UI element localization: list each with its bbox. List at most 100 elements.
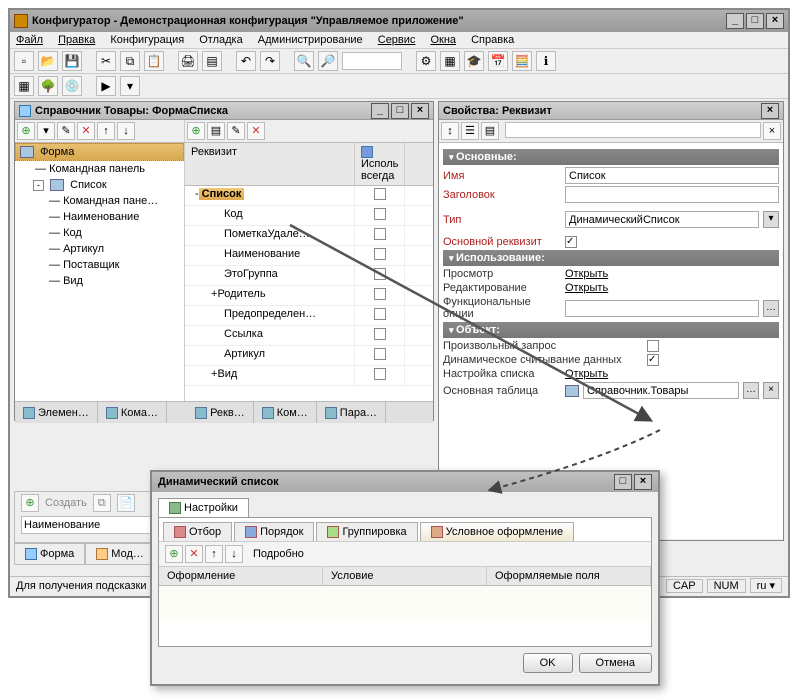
tb-hat-icon[interactable]: 🎓	[464, 51, 484, 71]
tree-sub-4[interactable]: — Поставщик	[15, 257, 184, 273]
tree-sub-3[interactable]: — Артикул	[15, 241, 184, 257]
menu-edit[interactable]: Правка	[58, 34, 95, 46]
grid-row-0[interactable]: -Список	[185, 186, 433, 206]
props-titlebar[interactable]: Свойства: Реквизит ×	[439, 102, 783, 120]
fe-left-tree[interactable]: Форма — Командная панель - Список — Кома…	[15, 143, 185, 401]
tree-cmdpanel[interactable]: — Командная панель	[15, 161, 184, 177]
menu-debug[interactable]: Отладка	[199, 34, 242, 46]
dlg-close-btn[interactable]: ×	[634, 474, 652, 490]
dlg-tab-settings[interactable]: Настройки	[158, 498, 249, 517]
tb-zoom-combo[interactable]	[342, 52, 402, 70]
tree-sub-5[interactable]: — Вид	[15, 273, 184, 289]
funcopts-dd[interactable]: …	[763, 300, 779, 317]
input-header[interactable]	[565, 186, 779, 203]
menu-help[interactable]: Справка	[471, 34, 514, 46]
grid-col2[interactable]: Исполь всегда	[355, 143, 405, 185]
input-name[interactable]	[565, 167, 779, 184]
grid-col1[interactable]: Реквизит	[185, 143, 355, 185]
grid-row-5[interactable]: +Родитель	[185, 286, 433, 306]
fe2-edit-icon[interactable]: ✎	[227, 122, 245, 140]
chk-dynread[interactable]	[647, 354, 659, 366]
row-checkbox[interactable]	[374, 208, 386, 220]
tb2-run-icon[interactable]: ▶	[96, 76, 116, 96]
grid-row-6[interactable]: Предопределен…	[185, 306, 433, 326]
menu-file[interactable]: Файл	[16, 34, 43, 46]
tb-copy-icon[interactable]: ⧉	[120, 51, 140, 71]
tree-list[interactable]: - Список	[15, 177, 184, 193]
grid-row-2[interactable]: ПометкаУдале…	[185, 226, 433, 246]
props-cats-icon[interactable]: ▤	[481, 122, 499, 140]
row-checkbox[interactable]	[374, 188, 386, 200]
tb-calc-icon[interactable]: 🧮	[512, 51, 532, 71]
tb-undo-icon[interactable]: ↶	[236, 51, 256, 71]
etab-form[interactable]: Форма	[14, 543, 85, 565]
tb-print-icon[interactable]: 🖨	[178, 51, 198, 71]
fe-tab-rekv[interactable]: Рекв…	[187, 402, 254, 423]
props-search[interactable]	[505, 122, 761, 138]
tree-sub-0[interactable]: — Командная пане…	[15, 193, 184, 209]
tb-cfg-icon[interactable]: ⚙	[416, 51, 436, 71]
tb-find-icon[interactable]: 🔍	[294, 51, 314, 71]
row-checkbox[interactable]	[374, 268, 386, 280]
subtab-order[interactable]: Порядок	[234, 522, 314, 541]
row-checkbox[interactable]	[374, 288, 386, 300]
tb2-tree-icon[interactable]: 🌳	[38, 76, 58, 96]
subtab-filter[interactable]: Отбор	[163, 522, 232, 541]
input-funcopts[interactable]	[565, 300, 759, 317]
chk-custquery[interactable]	[647, 340, 659, 352]
dlg-col-2[interactable]: Оформляемые поля	[487, 567, 651, 585]
input-type[interactable]	[565, 211, 759, 228]
type-dd-icon[interactable]: ▾	[763, 211, 779, 228]
props-clear-icon[interactable]: ×	[763, 122, 781, 140]
dlg-col-0[interactable]: Оформление	[159, 567, 323, 585]
grid-row-4[interactable]: ЭтоГруппа	[185, 266, 433, 286]
fe-del-icon[interactable]: ✕	[77, 122, 95, 140]
section-usage[interactable]: Использование:	[443, 250, 779, 266]
row-checkbox[interactable]	[374, 328, 386, 340]
etab-module[interactable]: Мод…	[85, 543, 155, 565]
link-view[interactable]: Открыть	[565, 268, 608, 280]
maximize-btn[interactable]: □	[746, 13, 764, 29]
menu-service[interactable]: Сервис	[378, 34, 416, 46]
input-maintable[interactable]	[583, 382, 739, 399]
grid-row-7[interactable]: Ссылка	[185, 326, 433, 346]
tb-preview-icon[interactable]: ▤	[202, 51, 222, 71]
row-checkbox[interactable]	[374, 228, 386, 240]
bt-del-icon[interactable]: 📄	[117, 494, 135, 512]
fe-down-icon[interactable]: ↓	[117, 122, 135, 140]
props-sort-icon[interactable]: ↕	[441, 122, 459, 140]
tb2-disk-icon[interactable]: 💿	[62, 76, 82, 96]
bt-create[interactable]: Создать	[45, 497, 87, 509]
dlg-detail-link[interactable]: Подробно	[253, 548, 304, 560]
fe-tab-cmd[interactable]: Кома…	[98, 402, 167, 423]
row-checkbox[interactable]	[374, 348, 386, 360]
fe-min-btn[interactable]: _	[371, 103, 389, 119]
tb-redo-icon[interactable]: ↷	[260, 51, 280, 71]
mt-more[interactable]: …	[743, 382, 759, 399]
expander-icon[interactable]: -	[33, 180, 44, 191]
grid-row-8[interactable]: Артикул	[185, 346, 433, 366]
mt-clear[interactable]: ×	[763, 382, 779, 399]
menu-admin[interactable]: Администрирование	[258, 34, 363, 46]
fe-add2-icon[interactable]: ▾	[37, 122, 55, 140]
tb-paste-icon[interactable]: 📋	[144, 51, 164, 71]
form-editor-titlebar[interactable]: Справочник Товары: ФормаСписка _ □ ×	[15, 102, 433, 120]
tb-calendar-icon[interactable]: 📅	[488, 51, 508, 71]
fe-max-btn[interactable]: □	[391, 103, 409, 119]
chk-mainreq[interactable]	[565, 236, 577, 248]
subtab-group[interactable]: Группировка	[316, 522, 417, 541]
fe2-col-icon[interactable]: ▤	[207, 122, 225, 140]
status-lang[interactable]: ru ▾	[750, 578, 782, 593]
tb-info-icon[interactable]: ℹ	[536, 51, 556, 71]
tb-cut-icon[interactable]: ✂	[96, 51, 116, 71]
dlg-ok-btn[interactable]: OK	[523, 653, 573, 673]
dlg-col-1[interactable]: Условие	[323, 567, 487, 585]
tree-root[interactable]: Форма	[15, 143, 184, 161]
fe-tab-kom[interactable]: Ком…	[254, 402, 317, 423]
fe-grid[interactable]: Реквизит Исполь всегда -СписокКодПометка…	[185, 143, 433, 401]
tb-save-icon[interactable]: 💾	[62, 51, 82, 71]
link-listsetup[interactable]: Открыть	[565, 368, 608, 380]
tb2-dd-icon[interactable]: ▾	[120, 76, 140, 96]
close-btn[interactable]: ×	[766, 13, 784, 29]
main-titlebar[interactable]: Конфигуратор - Демонстрационная конфигур…	[10, 10, 788, 32]
